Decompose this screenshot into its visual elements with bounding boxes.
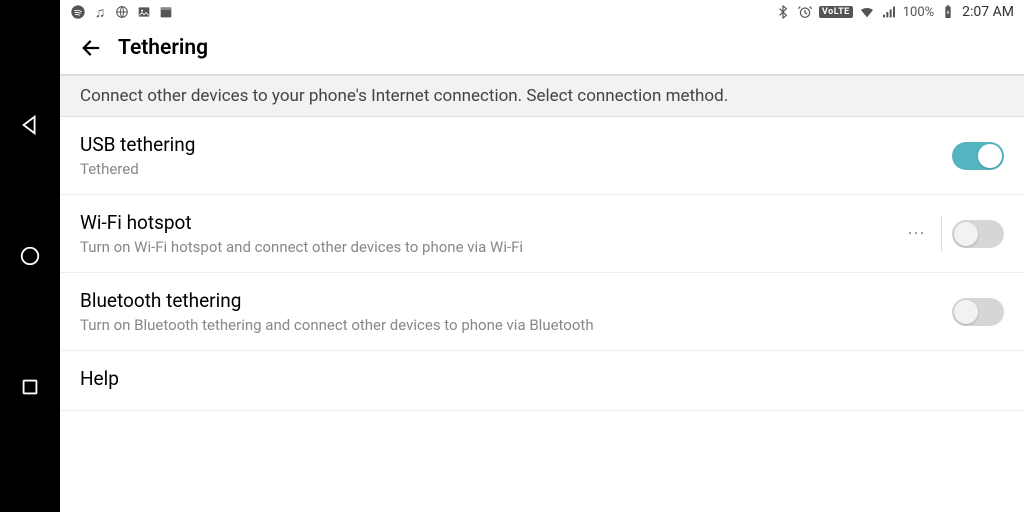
volte-badge: VoLTE (819, 6, 853, 18)
setting-title: Bluetooth tethering (80, 289, 942, 312)
setting-title: Help (80, 367, 1004, 390)
android-nav-bar (0, 0, 60, 512)
status-bar-right: VoLTE 100% 2:07 AM (775, 4, 1014, 20)
bluetooth-icon (775, 4, 791, 20)
toggle-usb-tethering[interactable] (952, 142, 1004, 170)
recent-apps-nav-icon[interactable] (19, 376, 41, 398)
setting-title: Wi-Fi hotspot (80, 211, 891, 234)
setting-bluetooth-tethering[interactable]: Bluetooth tethering Turn on Bluetooth te… (60, 273, 1024, 351)
battery-icon (940, 4, 956, 20)
signal-icon (881, 4, 897, 20)
setting-wifi-hotspot[interactable]: Wi-Fi hotspot Turn on Wi-Fi hotspot and … (60, 195, 1024, 273)
setting-desc: Tethered (80, 160, 942, 178)
setting-title: USB tethering (80, 133, 942, 156)
calendar-icon (158, 4, 174, 20)
clock-time: 2:07 AM (962, 4, 1014, 20)
image-icon (136, 4, 152, 20)
back-nav-icon[interactable] (19, 114, 41, 136)
status-bar-left: ♫ (70, 4, 174, 20)
setting-usb-tethering[interactable]: USB tethering Tethered (60, 117, 1024, 195)
setting-desc: Turn on Wi-Fi hotspot and connect other … (80, 238, 891, 256)
music-note-icon: ♫ (92, 4, 108, 20)
globe-icon (114, 4, 130, 20)
page-subtitle: Connect other devices to your phone's In… (60, 76, 1024, 117)
status-bar: ♫ VoLTE 100% (60, 0, 1024, 24)
setting-desc: Turn on Bluetooth tethering and connect … (80, 316, 942, 334)
alarm-icon (797, 4, 813, 20)
toggle-wifi-hotspot[interactable] (952, 220, 1004, 248)
page-title: Tethering (118, 36, 208, 60)
overflow-menu-icon[interactable]: ⋯ (901, 223, 931, 244)
toggle-bluetooth-tethering[interactable] (952, 298, 1004, 326)
wifi-icon (859, 4, 875, 20)
app-bar: Tethering (60, 24, 1024, 76)
settings-list: USB tethering Tethered Wi-Fi hotspot Tur… (60, 117, 1024, 512)
screen-content: ♫ VoLTE 100% (60, 0, 1024, 512)
battery-percent: 100% (903, 5, 934, 20)
setting-help[interactable]: Help (60, 351, 1024, 411)
spotify-icon (70, 4, 86, 20)
home-nav-icon[interactable] (19, 245, 41, 267)
divider (941, 216, 942, 252)
back-arrow-icon[interactable] (80, 37, 102, 59)
